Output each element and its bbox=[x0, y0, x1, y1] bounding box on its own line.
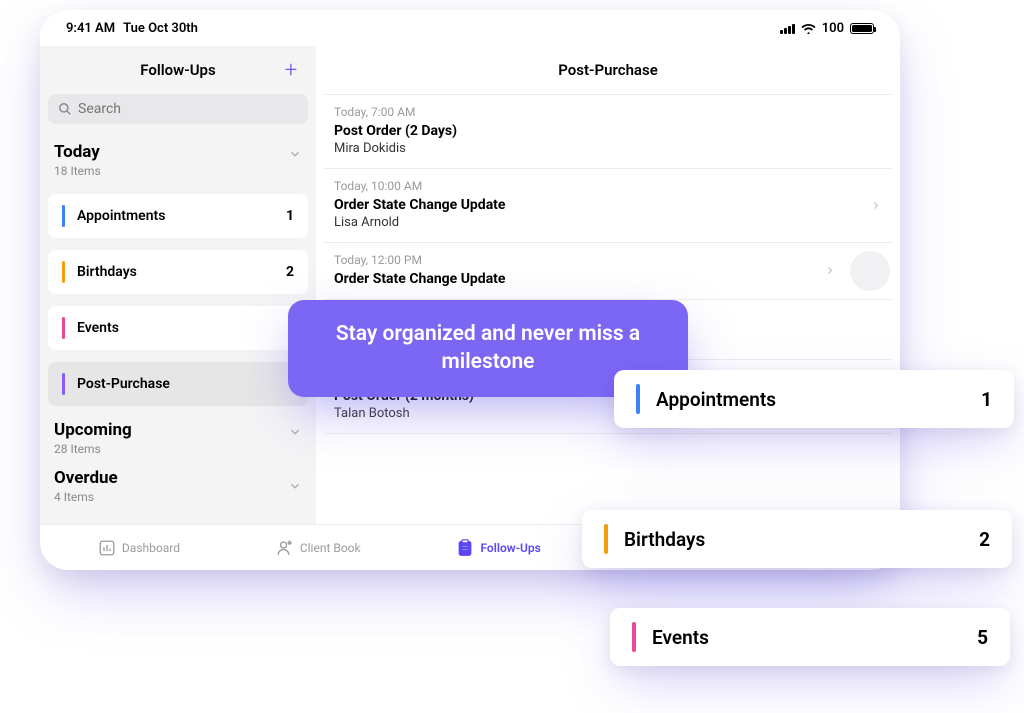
category-color-bar bbox=[62, 373, 65, 395]
tab-client-book[interactable]: Client Book bbox=[276, 539, 361, 557]
row-title: Order State Change Update bbox=[334, 197, 882, 213]
search-input[interactable] bbox=[78, 101, 298, 117]
list-item[interactable]: Today, 12:00 PM Order State Change Updat… bbox=[324, 243, 892, 300]
sidebar: Follow-Ups + Today 18 Items Appointments… bbox=[40, 46, 316, 524]
category-color-bar bbox=[62, 261, 65, 283]
float-card-appointments[interactable]: Appointments 1 bbox=[614, 370, 1014, 428]
section-overdue[interactable]: Overdue 4 Items bbox=[40, 466, 316, 514]
row-time: Today, 10:00 AM bbox=[334, 179, 882, 193]
float-card-label: Appointments bbox=[656, 388, 776, 411]
float-card-count: 5 bbox=[977, 626, 988, 649]
tab-label: Client Book bbox=[300, 541, 361, 555]
chevron-down-icon bbox=[288, 146, 302, 165]
row-title: Order State Change Update bbox=[334, 271, 882, 287]
tab-follow-ups[interactable]: Follow-Ups bbox=[456, 539, 540, 557]
float-card-birthdays[interactable]: Birthdays 2 bbox=[582, 510, 1012, 568]
list-item[interactable]: Today, 7:00 AM Post Order (2 Days) Mira … bbox=[324, 94, 892, 169]
row-title: Post Order (2 Days) bbox=[334, 123, 882, 139]
client-book-icon bbox=[276, 539, 294, 557]
battery-icon bbox=[850, 23, 874, 34]
category-color-bar bbox=[632, 622, 636, 652]
category-color-bar bbox=[62, 317, 65, 339]
tab-label: Follow-Ups bbox=[480, 541, 540, 555]
category-color-bar bbox=[62, 205, 65, 227]
add-button[interactable]: + bbox=[280, 59, 302, 81]
category-post-purchase[interactable]: Post-Purchase bbox=[48, 362, 308, 406]
status-date: Tue Oct 30th bbox=[123, 21, 198, 36]
category-color-bar bbox=[636, 384, 640, 414]
chevron-down-icon bbox=[288, 424, 302, 443]
category-label: Birthdays bbox=[77, 264, 137, 280]
status-time: 9:41 AM bbox=[66, 21, 115, 36]
signal-icon bbox=[780, 23, 795, 34]
float-card-count: 2 bbox=[979, 528, 990, 551]
main-panel: Post-Purchase Today, 7:00 AM Post Order … bbox=[316, 46, 900, 524]
category-count: 2 bbox=[286, 264, 294, 280]
search-icon bbox=[58, 102, 72, 116]
tablet-frame: 9:41 AM Tue Oct 30th 100 Follow-Ups + bbox=[40, 10, 900, 570]
follow-ups-icon bbox=[456, 539, 474, 557]
category-color-bar bbox=[604, 524, 608, 554]
row-sub: Lisa Arnold bbox=[334, 215, 882, 230]
chevron-right-icon bbox=[870, 196, 882, 215]
section-today[interactable]: Today 18 Items bbox=[40, 134, 316, 188]
category-appointments[interactable]: Appointments 1 bbox=[48, 194, 308, 238]
category-label: Post-Purchase bbox=[77, 376, 170, 392]
row-sub: Mira Dokidis bbox=[334, 141, 882, 156]
float-card-label: Events bbox=[652, 626, 709, 649]
status-bar: 9:41 AM Tue Oct 30th 100 bbox=[40, 10, 900, 46]
avatar-placeholder bbox=[850, 251, 890, 291]
search-box[interactable] bbox=[48, 94, 308, 124]
section-sub: 28 Items bbox=[54, 442, 302, 456]
wifi-icon bbox=[801, 23, 816, 34]
section-title: Overdue bbox=[54, 468, 302, 488]
category-count: 1 bbox=[286, 208, 294, 224]
chevron-right-icon bbox=[824, 262, 836, 281]
float-card-events[interactable]: Events 5 bbox=[610, 608, 1010, 666]
float-card-label: Birthdays bbox=[624, 528, 705, 551]
row-time: Today, 12:00 PM bbox=[334, 253, 882, 267]
chevron-down-icon bbox=[288, 478, 302, 497]
category-label: Events bbox=[77, 320, 119, 336]
section-upcoming[interactable]: Upcoming 28 Items bbox=[40, 412, 316, 466]
section-sub: 18 Items bbox=[54, 164, 302, 178]
main-title: Post-Purchase bbox=[316, 46, 900, 94]
sidebar-title: Follow-Ups bbox=[140, 61, 215, 79]
section-title: Upcoming bbox=[54, 420, 302, 440]
section-title: Today bbox=[54, 142, 302, 162]
tab-label: Dashboard bbox=[122, 541, 180, 555]
section-sub: 4 Items bbox=[54, 490, 302, 504]
category-events[interactable]: Events bbox=[48, 306, 308, 350]
tab-dashboard[interactable]: Dashboard bbox=[98, 539, 180, 557]
battery-level: 100 bbox=[822, 21, 844, 36]
row-time: Today, 7:00 AM bbox=[334, 105, 882, 119]
list-item[interactable]: Today, 10:00 AM Order State Change Updat… bbox=[324, 169, 892, 243]
dashboard-icon bbox=[98, 539, 116, 557]
float-card-count: 1 bbox=[981, 388, 992, 411]
category-birthdays[interactable]: Birthdays 2 bbox=[48, 250, 308, 294]
category-label: Appointments bbox=[77, 208, 165, 224]
